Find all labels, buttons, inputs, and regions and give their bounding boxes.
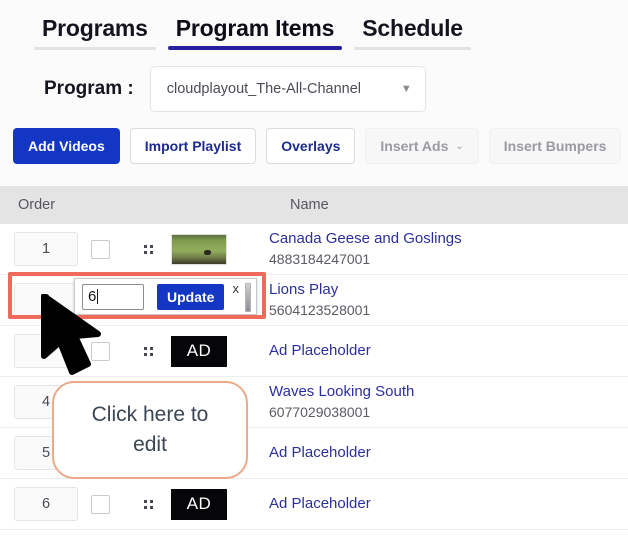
order-edit-value: 6	[88, 288, 97, 305]
callout-line-1: Click here to	[91, 402, 209, 426]
item-id: 5604123528001	[269, 301, 371, 318]
item-title-link[interactable]: Lions Play	[269, 281, 628, 300]
ad-placeholder-thumbnail: AD	[171, 335, 227, 367]
order-value-box[interactable]: 2	[14, 283, 78, 317]
column-header-name: Name	[290, 197, 329, 213]
order-edit-input[interactable]: 6	[82, 283, 144, 310]
ad-placeholder-thumbnail: AD	[171, 488, 227, 520]
ad-thumbnail-label: AD	[186, 494, 212, 513]
row-checkbox[interactable]	[90, 239, 110, 259]
program-items-table: Order Name 1 Canada Geese and Goslings 4…	[0, 186, 628, 538]
tab-schedule[interactable]: Schedule	[348, 15, 477, 50]
table-row: 6 AD Ad Placeholder	[0, 479, 628, 530]
order-cell: 6	[0, 487, 78, 521]
order-cell: 2	[0, 283, 78, 317]
instruction-callout: Click here to edit	[52, 381, 248, 479]
order-cell: 1	[0, 232, 78, 266]
program-label: Program :	[44, 78, 134, 99]
overlays-button[interactable]: Overlays	[266, 128, 356, 164]
tab-schedule-underline	[354, 47, 471, 50]
table-row: 1 Canada Geese and Goslings 488318424700…	[0, 224, 628, 275]
insert-ads-button[interactable]: Insert Ads ⌄	[365, 128, 479, 164]
overlays-label: Overlays	[281, 138, 341, 154]
insert-bumpers-label: Insert Bumpers	[503, 138, 607, 154]
item-title-link[interactable]: Ad Placeholder	[269, 495, 628, 514]
row-select-cell	[74, 494, 126, 514]
name-cell: Lions Play 5604123528001	[261, 281, 628, 319]
add-videos-label: Add Videos	[28, 138, 105, 154]
insert-ads-label: Insert Ads	[380, 138, 449, 154]
name-cell: Ad Placeholder	[261, 342, 628, 361]
tab-programs-underline	[34, 47, 156, 50]
tab-program-items-underline	[167, 46, 343, 50]
order-value-box[interactable]: 3	[14, 334, 78, 368]
chevron-down-icon: ▼	[400, 82, 412, 95]
item-title-link[interactable]: Ad Placeholder	[269, 444, 628, 463]
item-id: 4883184247001	[269, 250, 371, 267]
table-row: 3 AD Ad Placeholder	[0, 326, 628, 377]
row-checkbox[interactable]	[90, 494, 110, 514]
close-icon[interactable]: x	[232, 281, 239, 296]
order-cell: 3	[0, 334, 78, 368]
tab-program-items-label: Program Items	[175, 15, 335, 41]
name-cell: Ad Placeholder	[261, 444, 628, 463]
tab-programs[interactable]: Programs	[28, 15, 162, 50]
video-thumbnail	[171, 233, 227, 265]
tab-program-items[interactable]: Program Items	[162, 15, 348, 50]
table-row: 2 Lions Play 5604123528001 6 Update x	[0, 272, 628, 326]
insert-bumpers-button[interactable]: Insert Bumpers	[488, 128, 622, 164]
import-playlist-label: Import Playlist	[144, 138, 242, 154]
ad-thumbnail-label: AD	[186, 341, 212, 360]
main-tab-bar: Programs Program Items Schedule	[0, 14, 628, 50]
update-button[interactable]: Update	[157, 283, 225, 310]
program-dropdown-value: cloudplayout_The-All-Channel	[166, 81, 362, 97]
table-header-row: Order Name	[0, 186, 628, 224]
drag-cell	[126, 346, 171, 356]
program-selector-row: Program : cloudplayout_The-All-Channel ▼	[0, 64, 628, 114]
drag-cell	[126, 244, 171, 254]
drag-cell	[126, 499, 171, 509]
action-toolbar: Add Videos Import Playlist Overlays Inse…	[0, 126, 628, 166]
drag-handle-icon[interactable]	[144, 244, 153, 254]
item-title-link[interactable]: Canada Geese and Goslings	[269, 230, 628, 249]
program-dropdown[interactable]: cloudplayout_The-All-Channel ▼	[149, 66, 426, 112]
thumbnail-cell: AD	[171, 335, 261, 367]
column-header-order: Order	[18, 197, 56, 213]
row-select-cell	[74, 239, 126, 259]
item-title-link[interactable]: Waves Looking South	[269, 383, 628, 402]
name-cell: Canada Geese and Goslings 4883184247001	[261, 230, 628, 268]
order-value-box[interactable]: 6	[14, 487, 78, 521]
name-cell: Ad Placeholder	[261, 495, 628, 514]
text-cursor	[97, 289, 99, 304]
order-edit-popup: 6 Update x	[74, 278, 257, 315]
item-title-link[interactable]: Ad Placeholder	[269, 342, 628, 361]
thumbnail-cell	[171, 233, 261, 265]
drag-handle-icon[interactable]	[144, 346, 153, 356]
update-button-label: Update	[167, 288, 215, 305]
tab-schedule-label: Schedule	[362, 15, 463, 41]
row-checkbox[interactable]	[90, 341, 110, 361]
add-videos-button[interactable]: Add Videos	[13, 128, 120, 164]
callout-line-2: edit	[133, 433, 167, 456]
program-items-screen: Programs Program Items Schedule Program …	[0, 0, 628, 538]
drag-handle-icon[interactable]	[144, 499, 153, 509]
chevron-down-icon: ⌄	[455, 140, 464, 152]
name-cell: Waves Looking South 6077029038001	[261, 383, 628, 421]
import-playlist-button[interactable]: Import Playlist	[129, 128, 257, 164]
order-value-box[interactable]: 1	[14, 232, 78, 266]
thumbnail-cell: AD	[171, 488, 261, 520]
popup-scrollbar[interactable]	[245, 283, 251, 312]
item-id: 6077029038001	[269, 403, 371, 420]
row-select-cell	[74, 341, 126, 361]
tab-programs-label: Programs	[42, 15, 148, 41]
